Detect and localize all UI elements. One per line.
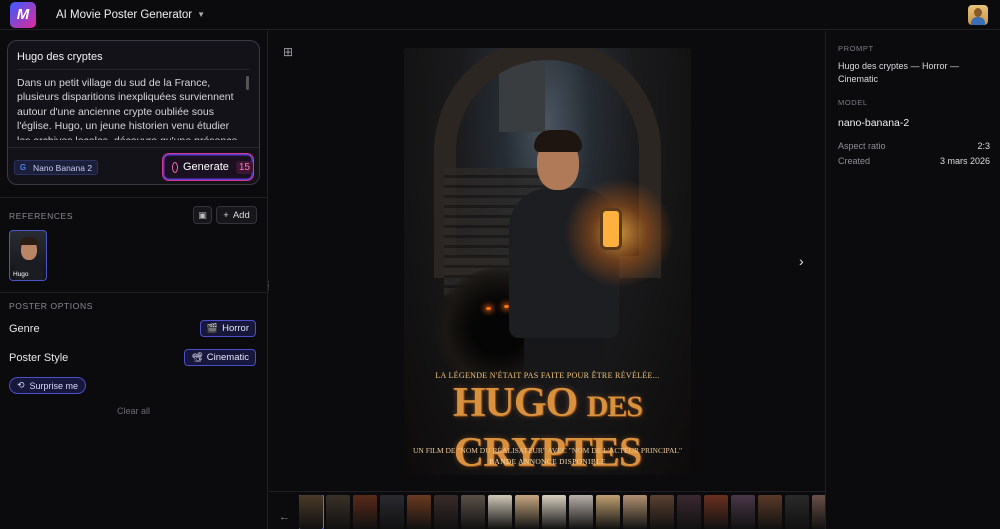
genre-label: Genre bbox=[9, 323, 40, 335]
generate-credit-count: 15 bbox=[235, 160, 253, 174]
prompt-scrollbar[interactable] bbox=[246, 76, 249, 90]
prompt-label: PROMPT bbox=[838, 44, 874, 53]
prompt-textarea[interactable]: Dans un petit village du sud de la Franc… bbox=[17, 76, 243, 140]
poster-thumbnail[interactable] bbox=[542, 495, 566, 529]
poster-thumbnail[interactable] bbox=[704, 495, 728, 529]
arrow-left-icon[interactable]: ← bbox=[279, 511, 290, 523]
user-avatar[interactable] bbox=[968, 5, 988, 25]
references-label: REFERENCES bbox=[9, 211, 74, 221]
thumbnail-strip[interactable] bbox=[299, 495, 825, 529]
poster-tagline: LA LÉGENDE N'ÉTAIT PAS FAITE POUR ÊTRE R… bbox=[435, 371, 660, 380]
details-panel: PROMPT Hugo des cryptes — Horror — Cinem… bbox=[825, 31, 1000, 529]
surprise-label: Surprise me bbox=[29, 380, 79, 391]
app-title[interactable]: AI Movie Poster Generator bbox=[56, 9, 192, 21]
genre-chip[interactable]: 🎬 Horror bbox=[199, 320, 256, 337]
aspect-ratio-label: Aspect ratio bbox=[838, 141, 886, 151]
poster-thumbnail[interactable] bbox=[380, 495, 404, 529]
poster-thumbnail[interactable] bbox=[407, 495, 431, 529]
center-panel: ⊞ LA LÉGENDE N'ÉTAIT PAS FAITE POUR ÊTRE… bbox=[269, 31, 825, 529]
poster-style-label: Poster Style bbox=[9, 352, 69, 364]
prompt-value: Hugo des cryptes — Horror — Cinematic bbox=[838, 61, 960, 84]
model-label: MODEL bbox=[838, 98, 868, 107]
divider bbox=[8, 147, 259, 148]
poster-thumbnail[interactable] bbox=[623, 495, 647, 529]
poster-thumbnail[interactable] bbox=[353, 495, 377, 529]
clear-all-button[interactable]: Clear all bbox=[117, 406, 150, 416]
poster-image[interactable]: LA LÉGENDE N'ÉTAIT PAS FAITE POUR ÊTRE R… bbox=[404, 48, 691, 475]
divider bbox=[269, 491, 825, 492]
clapperboard-icon: 🎬 bbox=[206, 323, 219, 333]
add-reference-button[interactable]: + Add bbox=[216, 206, 257, 224]
prompt-card: Hugo des cryptes Dans un petit village d… bbox=[7, 40, 260, 185]
plus-icon: + bbox=[223, 209, 229, 221]
generate-button[interactable]: Generate 15 bbox=[162, 153, 254, 181]
poster-thumbnail[interactable] bbox=[731, 495, 755, 529]
poster-options-label: POSTER OPTIONS bbox=[9, 301, 93, 311]
poster-thumbnail[interactable] bbox=[758, 495, 782, 529]
camera-icon: 📽 bbox=[191, 352, 203, 362]
model-chip-label: Nano Banana 2 bbox=[33, 162, 93, 173]
upload-image-button[interactable]: ▣ bbox=[193, 206, 212, 224]
created-row: Created 3 mars 2026 bbox=[838, 156, 990, 166]
poster-thumbnail[interactable] bbox=[515, 495, 539, 529]
model-select-chip[interactable]: G Nano Banana 2 bbox=[14, 160, 99, 175]
poster-thumbnail[interactable] bbox=[596, 495, 620, 529]
poster-thumbnail[interactable] bbox=[488, 495, 512, 529]
poster-title-word: DES bbox=[586, 390, 643, 423]
created-value: 3 mars 2026 bbox=[939, 156, 990, 166]
lantern bbox=[600, 208, 622, 250]
divider bbox=[17, 69, 250, 70]
poster-credits: UN FILM DE "NOM DU RÉALISATEUR" AVEC "NO… bbox=[412, 446, 683, 455]
created-label: Created bbox=[838, 156, 871, 166]
surprise-me-button[interactable]: ⟲ Surprise me bbox=[9, 377, 87, 394]
generate-label: Generate bbox=[183, 161, 229, 173]
sparkle-icon bbox=[172, 161, 178, 173]
prompt-title[interactable]: Hugo des cryptes bbox=[17, 51, 103, 63]
poster-thumbnail[interactable] bbox=[326, 495, 350, 529]
add-label: Add bbox=[232, 209, 250, 221]
reference-thumbnail[interactable]: Hugo bbox=[9, 230, 47, 281]
shuffle-icon: ⟲ bbox=[17, 380, 25, 390]
poster-title-word: HUGO bbox=[452, 380, 578, 426]
aspect-ratio-row: Aspect ratio 2:3 bbox=[838, 141, 990, 151]
poster-thumbnail[interactable] bbox=[461, 495, 485, 529]
poster-thumbnail[interactable] bbox=[650, 495, 674, 529]
google-icon: G bbox=[19, 162, 27, 172]
top-bar: M AI Movie Poster Generator ▼ bbox=[0, 0, 1000, 30]
divider bbox=[0, 292, 268, 293]
poster-thumbnail[interactable] bbox=[434, 495, 458, 529]
poster-thumbnail[interactable] bbox=[677, 495, 701, 529]
app-logo[interactable]: M bbox=[10, 1, 36, 28]
poster-thumbnail[interactable] bbox=[569, 495, 593, 529]
poster-release-note: BANDE ANNONCE DISPONIBLE bbox=[489, 457, 606, 466]
chevron-right-icon[interactable]: › bbox=[799, 253, 804, 269]
figure bbox=[534, 130, 582, 152]
aspect-ratio-value: 2:3 bbox=[977, 141, 990, 151]
chevron-down-icon[interactable]: ▼ bbox=[197, 10, 205, 19]
genre-value: Horror bbox=[222, 323, 249, 334]
poster-thumbnail[interactable] bbox=[785, 495, 809, 529]
poster-style-value: Cinematic bbox=[206, 352, 249, 363]
poster-style-chip[interactable]: 📽 Cinematic bbox=[184, 349, 256, 366]
poster-thumbnail[interactable] bbox=[812, 495, 825, 529]
image-icon: ▣ bbox=[198, 209, 207, 220]
divider bbox=[0, 197, 268, 198]
model-value: nano-banana-2 bbox=[838, 117, 910, 129]
poster-thumbnail[interactable] bbox=[299, 495, 324, 529]
glowing-eye bbox=[486, 307, 491, 310]
grid-view-icon[interactable]: ⊞ bbox=[283, 45, 293, 59]
reference-name: Hugo bbox=[13, 271, 29, 278]
left-panel: Hugo des cryptes Dans un petit village d… bbox=[0, 31, 268, 529]
